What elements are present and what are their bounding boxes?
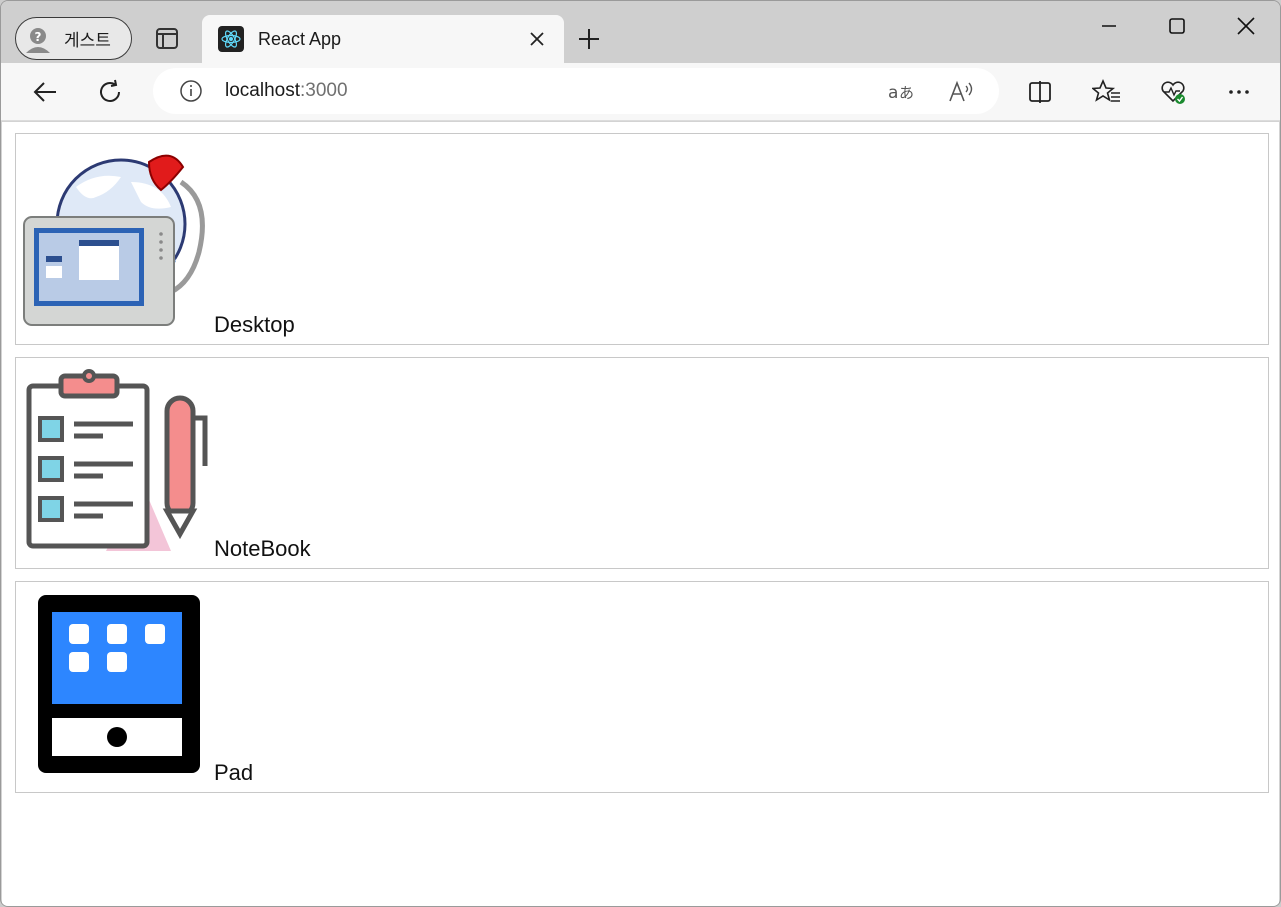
read-aloud-button[interactable] <box>947 79 977 105</box>
tab-close-button[interactable] <box>526 28 548 50</box>
profile-label: 게스트 <box>64 31 111 50</box>
translate-button[interactable]: a あ <box>886 79 916 105</box>
maximize-button[interactable] <box>1159 11 1195 41</box>
refresh-button[interactable] <box>94 75 128 109</box>
tab-actions-button[interactable] <box>152 25 182 53</box>
refresh-icon <box>100 79 120 102</box>
url-host: localhost <box>225 80 300 101</box>
split-screen-button[interactable] <box>1023 75 1057 109</box>
device-card-notebook[interactable]: NoteBook <box>15 357 1269 569</box>
browser-essentials-button[interactable] <box>1156 75 1190 109</box>
split-screen-icon <box>1029 81 1051 103</box>
info-icon <box>180 80 202 102</box>
address-bar[interactable]: localhost:3000 a あ <box>153 68 999 114</box>
profile-button[interactable]: ? 게스트 <box>15 17 132 60</box>
maximize-icon <box>1169 18 1185 34</box>
close-icon <box>530 32 544 46</box>
new-tab-button[interactable] <box>575 25 603 53</box>
favorites-button[interactable] <box>1090 75 1124 109</box>
window-close-button[interactable] <box>1228 11 1264 41</box>
site-info-button[interactable] <box>179 79 203 103</box>
tab-react-app[interactable]: React App <box>202 15 564 63</box>
device-card-pad[interactable]: Pad <box>15 581 1269 793</box>
back-arrow-icon <box>33 82 56 102</box>
more-button[interactable] <box>1222 75 1256 109</box>
url-port: :3000 <box>300 80 348 101</box>
tab-strip: ? 게스트 React App <box>1 1 1280 63</box>
more-icon <box>1229 90 1249 94</box>
pad-image <box>21 590 211 780</box>
minimize-icon <box>1102 25 1116 27</box>
read-aloud-icon <box>949 80 973 102</box>
device-card-desktop[interactable]: Desktop <box>15 133 1269 345</box>
desktop-image <box>21 142 211 332</box>
browser-window: ? 게스트 React App localhost:3000 a あ Deskt… <box>0 0 1281 907</box>
browser-toolbar: localhost:3000 a あ <box>1 63 1280 121</box>
close-icon <box>1237 17 1255 35</box>
url-text: localhost:3000 <box>225 80 348 102</box>
minimize-button[interactable] <box>1091 11 1127 41</box>
plus-icon <box>579 29 599 49</box>
react-logo-icon <box>218 26 244 52</box>
device-label: NoteBook <box>214 536 311 561</box>
svg-text:あ: あ <box>899 84 914 102</box>
svg-text:a: a <box>888 83 898 103</box>
page-content: Desktop NoteBook Pad <box>2 122 1279 906</box>
device-label: Pad <box>214 760 254 785</box>
tab-actions-icon <box>156 28 178 49</box>
device-label: Desktop <box>214 312 295 337</box>
heart-pulse-icon <box>1161 81 1185 104</box>
translate-icon: a あ <box>888 83 914 103</box>
notebook-image <box>21 366 211 556</box>
guest-avatar-icon: ? <box>22 22 54 55</box>
tab-title: React App <box>258 28 342 49</box>
back-button[interactable] <box>28 75 62 109</box>
favorites-icon <box>1092 78 1120 102</box>
svg-text:?: ? <box>35 30 42 44</box>
